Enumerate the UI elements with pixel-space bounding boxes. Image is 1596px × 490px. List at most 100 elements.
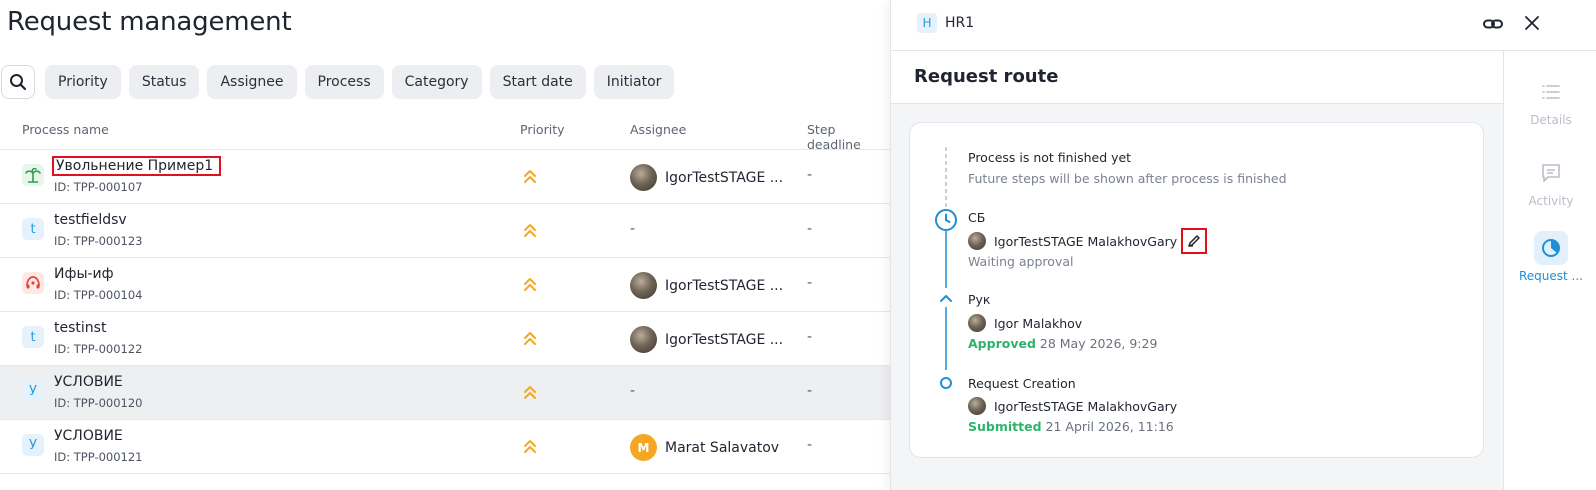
step-deadline: - — [807, 167, 813, 183]
step-status: Waiting approval — [968, 254, 1074, 269]
process-id: ID: TPP-000121 — [54, 450, 143, 464]
assignee[interactable]: IgorTestSTAGE ... — [630, 326, 783, 353]
assignee[interactable]: IgorTestSTAGE ... — [630, 164, 783, 191]
priority-high-icon — [524, 386, 536, 399]
pending-subtitle: Future steps will be shown after process… — [968, 171, 1287, 186]
step-user-name: IgorTestSTAGE MalakhovGary — [994, 233, 1178, 249]
column-process-name[interactable]: Process name — [22, 122, 109, 137]
process-id: ID: TPP-000104 — [54, 288, 143, 302]
process-letter-badge: У — [22, 380, 44, 402]
avatar — [630, 164, 657, 191]
filter-initiator[interactable]: Initiator — [593, 65, 675, 99]
step-date: 21 April 2026, 11:16 — [1045, 419, 1174, 434]
step-deadline: - — [807, 275, 813, 291]
step-status: Submitted — [968, 419, 1042, 434]
process-id: ID: TPP-000107 — [54, 180, 143, 194]
process-id: ID: TPP-000123 — [54, 234, 143, 248]
link-icon[interactable] — [1482, 13, 1504, 35]
column-assignee[interactable]: Assignee — [630, 122, 686, 137]
priority-high-icon — [524, 224, 536, 237]
process-id: ID: TPP-000122 — [54, 342, 143, 356]
step-name: СБ — [968, 210, 986, 225]
column-step-deadline[interactable]: Step deadline — [807, 122, 892, 152]
step-status-line: Submitted 21 April 2026, 11:16 — [968, 419, 1174, 434]
table-row[interactable]: У УСЛОВИЕ ID: TPP-000120 - - — [0, 366, 892, 420]
lifebuoy-icon — [26, 276, 40, 289]
tab-activity[interactable]: Activity — [1504, 156, 1596, 208]
assignee-name: - — [630, 221, 636, 237]
search-button[interactable] — [1, 65, 35, 99]
tab-request-route[interactable]: Request ... — [1504, 231, 1596, 283]
section-header: Request route — [891, 51, 1503, 104]
avatar — [630, 272, 657, 299]
assignee-name: IgorTestSTAGE ... — [665, 169, 784, 186]
process-name[interactable]: УСЛОВИЕ — [54, 428, 123, 444]
filter-status[interactable]: Status — [128, 65, 200, 99]
edit-assignee-button[interactable] — [1181, 228, 1208, 254]
avatar: M — [630, 434, 657, 461]
clock-icon — [935, 209, 957, 231]
request-side-panel: H HR1 Request route Process is not finis… — [890, 0, 1596, 490]
palm-tree-icon — [25, 167, 41, 183]
panel-tab-rail: Details Activity Request ... — [1503, 51, 1596, 490]
page-title: Request management — [7, 7, 292, 37]
panel-header: H HR1 — [891, 0, 1596, 51]
process-name[interactable]: testinst — [54, 320, 106, 336]
table-row[interactable]: У УСЛОВИЕ ID: TPP-000121 M Marat Salavato… — [0, 420, 892, 474]
priority-high-icon — [524, 440, 536, 453]
tab-activity-label: Activity — [1528, 194, 1574, 208]
filter-start-date[interactable]: Start date — [489, 65, 586, 99]
filter-priority[interactable]: Priority — [45, 65, 121, 99]
route-area: Process is not finished yet Future steps… — [891, 104, 1503, 490]
step-deadline: - — [807, 329, 813, 345]
filter-process[interactable]: Process — [304, 65, 384, 99]
table-row[interactable]: t testfieldsv ID: TPP-000123 - - — [0, 204, 892, 258]
start-node-icon — [940, 377, 952, 389]
process-name[interactable]: Увольнение Пример1 — [51, 156, 222, 176]
step-user-name: IgorTestSTAGE MalakhovGary — [994, 398, 1178, 414]
filter-bar: Priority Status Assignee Process Categor… — [45, 65, 675, 99]
assignee[interactable]: IgorTestSTAGE ... — [630, 272, 783, 299]
pencil-icon — [1188, 235, 1200, 247]
priority-high-icon — [524, 332, 536, 345]
route-icon — [1542, 239, 1560, 257]
tab-details[interactable]: Details — [1504, 75, 1596, 127]
step-deadline: - — [807, 221, 813, 237]
list-icon — [1542, 85, 1560, 99]
assignee[interactable]: M Marat Salavatov — [630, 434, 779, 461]
assignee-name: IgorTestSTAGE ... — [665, 331, 784, 348]
tab-details-label: Details — [1530, 113, 1572, 127]
process-letter-badge: t — [22, 326, 44, 348]
process-name[interactable]: testfieldsv — [54, 212, 127, 228]
assignee-name: IgorTestSTAGE ... — [665, 277, 784, 294]
chevron-up-icon — [940, 295, 952, 302]
table-row[interactable]: Ифы-иф ID: TPP-000104 IgorTestSTAGE ... … — [0, 258, 892, 312]
column-priority[interactable]: Priority — [520, 122, 565, 137]
step-name: Рук — [968, 292, 991, 307]
avatar — [968, 232, 986, 250]
process-name[interactable]: Ифы-иф — [54, 266, 114, 282]
step-user: IgorTestSTAGE MalakhovGary — [968, 228, 1208, 254]
table-row[interactable]: Увольнение Пример1 ID: TPP-000107 IgorTe… — [0, 150, 892, 204]
filter-category[interactable]: Category — [391, 65, 482, 99]
timeline-track — [945, 147, 947, 370]
step-deadline: - — [807, 383, 813, 399]
process-icon — [22, 272, 44, 294]
step-user: Igor Malakhov — [968, 314, 1082, 332]
assignee-name: Marat Salavatov — [665, 439, 780, 456]
avatar — [968, 397, 986, 415]
panel-title: HR1 — [945, 15, 975, 31]
process-letter-badge: У — [22, 434, 44, 456]
filter-assignee[interactable]: Assignee — [207, 65, 297, 99]
table-row[interactable]: t testinst ID: TPP-000122 IgorTestSTAGE … — [0, 312, 892, 366]
step-date: 28 May 2026, 9:29 — [1039, 336, 1158, 351]
search-icon — [10, 74, 27, 91]
process-id: ID: TPP-000120 — [54, 396, 143, 410]
process-icon — [22, 164, 44, 186]
priority-high-icon — [524, 170, 536, 183]
process-name[interactable]: УСЛОВИЕ — [54, 374, 123, 390]
pending-title: Process is not finished yet — [968, 150, 1132, 165]
process-letter-badge: t — [22, 218, 44, 240]
close-icon[interactable] — [1522, 13, 1542, 33]
chat-icon — [1542, 164, 1560, 182]
